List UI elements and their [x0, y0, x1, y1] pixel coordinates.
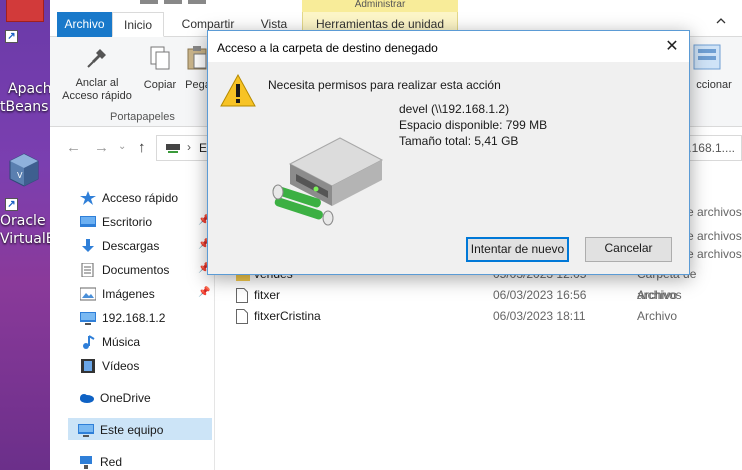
star-icon — [80, 191, 96, 205]
file-type-cell: e archivos — [687, 247, 742, 261]
desktop-icon — [80, 216, 96, 227]
file-list-row[interactable]: fitxer 06/03/2023 16:56 Archivo — [236, 285, 742, 306]
sidebar-item-label: OneDrive — [100, 391, 151, 405]
virtualbox-shortcut-label[interactable]: Oracle VirtualB — [0, 212, 50, 248]
network-drive-icon — [272, 137, 384, 226]
dialog-body: Necesita permisos para realizar esta acc… — [208, 62, 689, 274]
back-arrow-icon[interactable]: ← — [66, 139, 81, 156]
sidebar-item-label: Música — [102, 335, 141, 349]
file-type: Archivo — [637, 288, 678, 302]
documents-icon — [81, 263, 94, 277]
dialog-message: Necesita permisos para realizar esta acc… — [268, 78, 501, 92]
netbeans-icon[interactable] — [6, 0, 44, 22]
network-drive-icon — [166, 144, 180, 153]
cloud-icon — [80, 394, 94, 403]
select-all-icon — [693, 44, 721, 70]
dialog-title: Acceso a la carpeta de destino denegado — [217, 41, 438, 55]
virtualbox-icon[interactable]: V — [8, 152, 40, 192]
sidebar-item-label: Este equipo — [100, 423, 164, 437]
select-button-label: ccionar — [696, 79, 732, 91]
drive-total-size: Tamaño total: 5,41 GB — [399, 134, 519, 148]
chevron-up-icon[interactable] — [714, 14, 728, 28]
computer-icon — [78, 424, 94, 437]
pin-icon: 📌 — [198, 287, 211, 298]
tab-archivo[interactable]: Archivo — [57, 12, 112, 37]
up-arrow-icon[interactable]: ↑ — [138, 139, 146, 156]
sidebar-item-label: Escritorio — [102, 215, 153, 229]
tab-inicio[interactable]: Inicio — [112, 12, 164, 37]
network-icon — [80, 456, 92, 469]
sidebar-item-label: Documentos — [102, 263, 170, 277]
cancel-button[interactable]: Cancelar — [585, 237, 672, 262]
desktop-background: ↗ Apach tBeans V ↗ Oracle VirtualB — [0, 0, 50, 470]
file-icon — [236, 309, 248, 324]
warning-icon — [220, 74, 256, 107]
file-type-cell: e archivos — [687, 205, 742, 219]
video-icon — [81, 359, 95, 373]
pin-icon — [87, 49, 106, 68]
file-name: fitxer — [254, 288, 281, 302]
file-type-cell: e archivos — [687, 229, 742, 243]
breadcrumb[interactable]: E — [199, 141, 207, 155]
copy-button[interactable]: Copiar — [140, 45, 180, 92]
pin-button-label: Anclar al Acceso rápido — [62, 77, 132, 102]
paste-icon — [187, 46, 207, 70]
pin-to-quick-access-button[interactable]: Anclar al Acceso rápido — [60, 45, 134, 103]
sidebar-item-label: Acceso rápido — [102, 191, 179, 205]
retry-button[interactable]: Intentar de nuevo — [466, 237, 569, 262]
pictures-icon — [80, 287, 96, 301]
copy-button-label: Copiar — [143, 79, 177, 91]
file-icon — [236, 288, 248, 303]
sidebar-item-label: Red — [100, 455, 123, 469]
copy-icon — [150, 46, 170, 70]
netbeans-label-line2: tBeans — [0, 99, 49, 115]
sidebar-item-label: Descargas — [102, 239, 160, 253]
sidebar-item-label: 192.168.1.2 — [102, 311, 166, 325]
file-name: fitxerCristina — [254, 309, 321, 323]
download-icon — [82, 239, 94, 252]
oracle-label-line1: Oracle — [0, 213, 46, 229]
breadcrumb-separator-icon: › — [187, 140, 191, 154]
shortcut-arrow-icon: ↗ — [5, 30, 18, 43]
file-date: 06/03/2023 18:11 — [493, 309, 586, 323]
access-denied-dialog: Acceso a la carpeta de destino denegado … — [207, 30, 690, 275]
file-date: 06/03/2023 16:56 — [493, 288, 587, 302]
sidebar-item-label: Imágenes — [102, 287, 155, 301]
netbeans-shortcut-label[interactable]: Apach tBeans — [0, 80, 50, 116]
recent-locations-chevron-icon[interactable]: ⌄ — [118, 141, 126, 152]
music-icon — [83, 335, 95, 349]
quick-access-toolbar — [140, 0, 290, 6]
shortcut-arrow-icon: ↗ — [5, 198, 18, 211]
file-type: Archivo — [637, 309, 678, 323]
clipboard-group-label: Portapapeles — [110, 111, 175, 123]
close-icon[interactable]: ✕ — [655, 31, 689, 62]
svg-text:V: V — [17, 171, 23, 180]
sidebar-item-label: Vídeos — [102, 359, 140, 373]
drive-name: devel (\\192.168.1.2) — [399, 102, 510, 116]
drive-free-space: Espacio disponible: 799 MB — [399, 118, 548, 132]
oracle-label-line2: VirtualB — [0, 231, 50, 247]
file-list-row[interactable]: fitxerCristina 06/03/2023 18:11 Archivo — [236, 306, 742, 327]
netbeans-label-line1: Apach — [8, 81, 50, 97]
forward-arrow-icon[interactable]: → — [94, 139, 109, 156]
select-button[interactable]: ccionar — [686, 43, 742, 92]
network-drive-icon — [80, 312, 96, 325]
manage-context-header: Administrar — [302, 0, 458, 12]
